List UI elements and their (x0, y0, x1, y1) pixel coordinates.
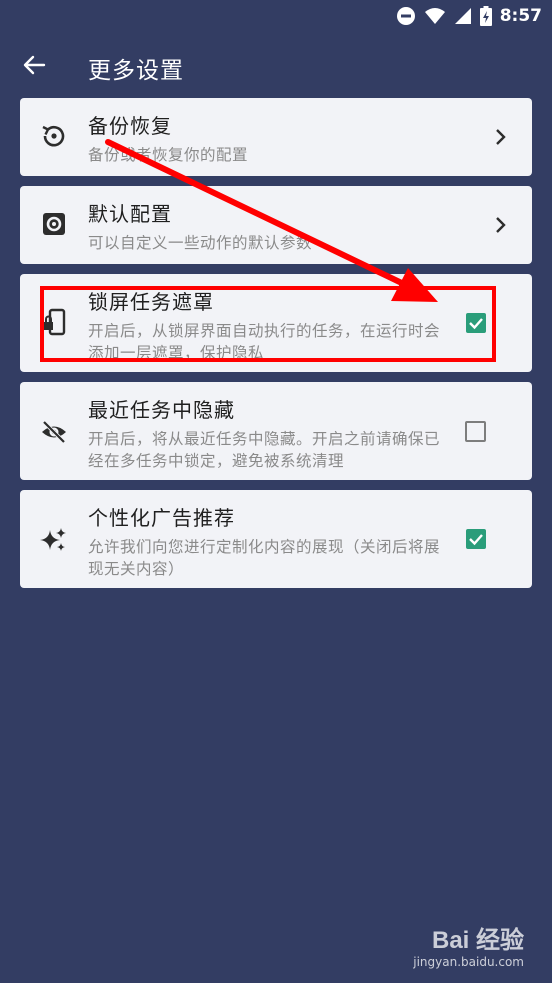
annotation-arrow (105, 139, 438, 302)
watermark-logo: Bai 经验 (431, 927, 524, 954)
baidu-watermark: Bai 经验 jingyan.baidu.com (413, 920, 524, 969)
watermark-url: jingyan.baidu.com (413, 955, 524, 969)
